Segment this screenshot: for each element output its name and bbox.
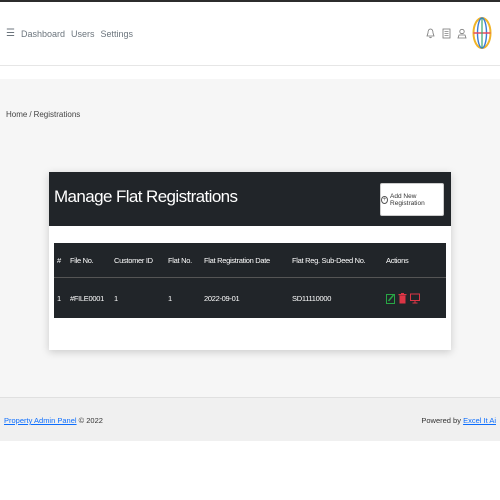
footer: Property Admin Panel © 2022 Powered by E…: [0, 397, 500, 441]
nav-right: [424, 16, 492, 50]
nav-left: ☰ Dashboard Users Settings: [0, 28, 133, 39]
edit-icon[interactable]: [386, 293, 395, 304]
footer-powered-by: Powered by: [421, 416, 461, 425]
add-registration-button[interactable]: + Add New Registration: [380, 183, 444, 216]
column-header-customer-id: Customer ID: [114, 255, 153, 265]
nav-link-users[interactable]: Users: [71, 29, 95, 39]
footer-company-link[interactable]: Excel It Ai: [463, 416, 496, 425]
column-header-flat-no: Flat No.: [168, 255, 192, 265]
registrations-card: Manage Flat Registrations + Add New Regi…: [49, 172, 451, 350]
table-header-row: # File No. Customer ID Flat No. Flat Reg…: [54, 243, 446, 278]
view-icon[interactable]: [410, 293, 420, 304]
registrations-table: # File No. Customer ID Flat No. Flat Reg…: [54, 243, 446, 318]
column-header-file-no: File No.: [70, 255, 94, 265]
page-title: Manage Flat Registrations: [54, 187, 238, 206]
menu-icon[interactable]: ☰: [6, 28, 15, 39]
plus-circle-icon: +: [381, 195, 389, 204]
table-row: 1 #FILE0001 1 1 2022-09-01 SD11110000: [54, 279, 446, 318]
cell-number: 1: [57, 294, 61, 303]
footer-left: Property Admin Panel © 2022: [4, 416, 103, 425]
list-icon[interactable]: [440, 26, 452, 40]
cell-flat-no: 1: [168, 294, 172, 303]
user-icon[interactable]: [456, 26, 468, 40]
navbar: ☰ Dashboard Users Settings: [0, 2, 500, 66]
footer-right: Powered by Excel It Ai: [421, 416, 496, 425]
breadcrumb: Home / Registrations: [6, 110, 80, 119]
footer-copyright: © 2022: [78, 416, 103, 425]
row-actions: [386, 279, 420, 318]
footer-brand-link[interactable]: Property Admin Panel: [4, 416, 77, 425]
breadcrumb-current: Registrations: [33, 110, 81, 119]
add-registration-label: Add New Registration: [390, 192, 425, 207]
cell-registration-date: 2022-09-01: [204, 294, 240, 303]
breadcrumb-separator: /: [29, 110, 32, 119]
delete-icon[interactable]: [398, 293, 407, 304]
bell-icon[interactable]: [424, 26, 436, 40]
column-header-sub-deed-no: Flat Reg. Sub-Deed No.: [292, 255, 366, 265]
nav-link-settings[interactable]: Settings: [101, 29, 134, 39]
nav-link-dashboard[interactable]: Dashboard: [21, 29, 65, 39]
cell-sub-deed-no: SD11110000: [292, 294, 332, 303]
cell-customer-id: 1: [114, 294, 118, 303]
column-header-number: #: [57, 255, 61, 265]
company-logo-icon[interactable]: [472, 16, 492, 50]
breadcrumb-home[interactable]: Home: [6, 110, 27, 119]
column-header-registration-date: Flat Registration Date: [204, 255, 270, 265]
card-header: Manage Flat Registrations + Add New Regi…: [49, 172, 451, 226]
cell-file-no: #FILE0001: [70, 294, 104, 303]
column-header-actions: Actions: [386, 255, 409, 265]
